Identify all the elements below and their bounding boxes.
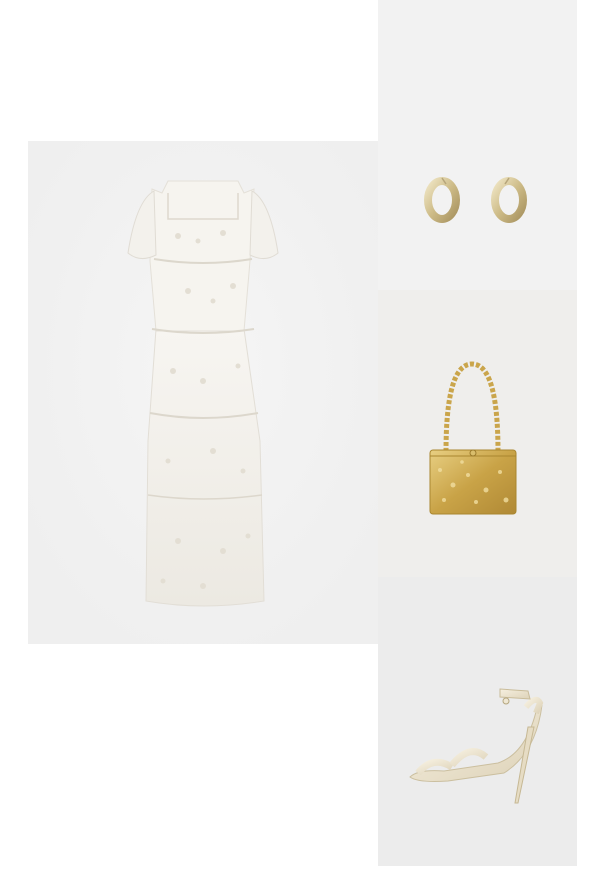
sandal-product-tile[interactable]: [378, 577, 577, 866]
heeled-sandal-image: [378, 577, 577, 866]
dress-image: [28, 141, 378, 644]
clutch-product-tile[interactable]: [378, 290, 577, 577]
dress-product-tile[interactable]: [28, 141, 378, 644]
hoop-earrings-image: [378, 0, 577, 290]
sequin-clutch-image: [378, 290, 577, 577]
earrings-product-tile[interactable]: [378, 0, 577, 290]
